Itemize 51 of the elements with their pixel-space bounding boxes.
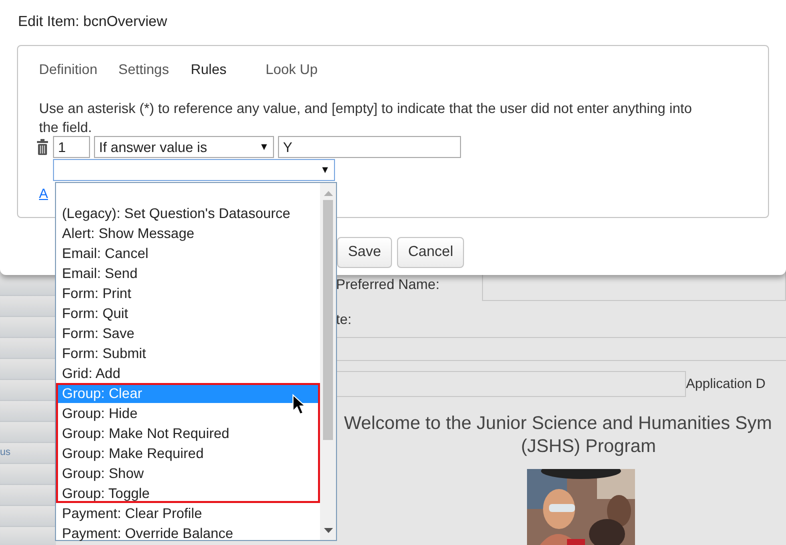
cursor-icon	[292, 394, 306, 416]
dropdown-option[interactable]: Alert: Show Message	[56, 223, 320, 243]
scroll-up-icon	[324, 190, 332, 196]
scroll-down-icon	[324, 528, 332, 534]
sidebar-row	[0, 296, 56, 317]
tab[interactable]: Settings	[118, 59, 169, 80]
dropdown-option[interactable]: Form: Save	[56, 323, 320, 343]
dropdown-option[interactable]: Group: Toggle	[56, 483, 320, 503]
sidebar-row	[0, 485, 56, 506]
tab[interactable]: Definition	[39, 59, 98, 80]
dialog-title: Edit Item: bcnOverview	[17, 13, 168, 32]
dropdown-option[interactable]: Email: Send	[56, 263, 320, 283]
add-link[interactable]: A	[39, 184, 48, 204]
value-field[interactable]: Y	[278, 136, 461, 158]
caret-icon: ▼	[259, 140, 269, 154]
dropdown-option[interactable]: Form: Print	[56, 283, 320, 303]
sidebar-row	[0, 317, 56, 338]
cancel-button[interactable]: Cancel	[397, 237, 464, 268]
save-button[interactable]: Save	[337, 237, 392, 268]
sidebar-row	[0, 275, 56, 296]
field-label: te:	[336, 310, 352, 329]
sidebar-row	[0, 506, 56, 527]
dropdown-option[interactable]: (Legacy): Set Question's Datasource	[56, 203, 320, 223]
dropdown-option[interactable]: Email: Cancel	[56, 243, 320, 263]
sidebar-row	[0, 380, 56, 401]
sidebar-row	[0, 422, 56, 443]
sidebar-row	[0, 338, 56, 359]
page-heading: (JSHS) Program	[520, 434, 657, 457]
page-heading: Welcome to the Junior Science and Humanities Sym	[344, 410, 773, 434]
scrollbar[interactable]	[320, 183, 336, 540]
tab[interactable]: Look Up	[266, 59, 318, 80]
tab[interactable]: Rules	[190, 59, 227, 80]
sidebar-row	[0, 359, 56, 380]
condition-select[interactable]: If answer value is ▼	[94, 136, 274, 158]
action-select[interactable]: ▼	[53, 159, 335, 181]
help-text: Use an asterisk (*) to reference any value, and [empty] to indicate that the user did not enter anything into the field.	[39, 99, 693, 136]
sidebar-row	[0, 464, 56, 485]
dropdown-option[interactable]: Grid: Add	[56, 363, 320, 383]
dropdown-option[interactable]: Form: Quit	[56, 303, 320, 323]
dropdown-option[interactable]: Payment: Clear Profile	[56, 503, 320, 523]
field-label: Application D	[686, 374, 766, 393]
dropdown-option[interactable]: Form: Submit	[56, 343, 320, 363]
trash-icon[interactable]	[36, 139, 49, 155]
caret-icon: ▼	[320, 162, 330, 178]
sidebar-row	[0, 527, 56, 545]
field-label: Preferred Name:	[336, 275, 440, 294]
sidebar-row	[0, 401, 56, 422]
order-field[interactable]: 1	[53, 136, 90, 158]
text-field[interactable]	[336, 370, 686, 397]
sidebar-item: us	[0, 443, 56, 464]
dropdown-option[interactable]: Payment: Override Balance	[56, 523, 320, 543]
